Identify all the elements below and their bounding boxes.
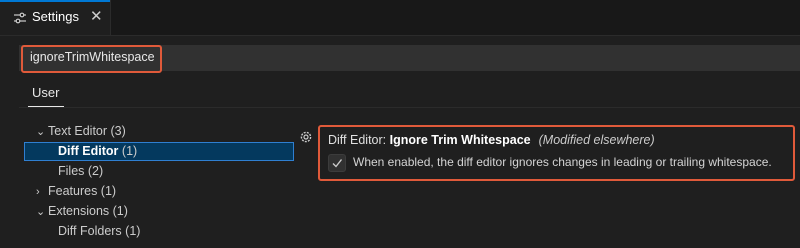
toc-item-label: Extensions (1) [48,204,128,218]
active-tab-indicator [0,0,110,2]
setting-name: Ignore Trim Whitespace [389,133,531,147]
setting-title: Diff Editor: Ignore Trim Whitespace (Modi… [328,133,655,147]
chevron-right-icon: › [36,186,40,198]
toc-item-files[interactable]: Files (2) [58,164,103,178]
toc-item-label: Text Editor (3) [48,124,126,138]
tab-user[interactable]: User [32,85,59,100]
setting-description: When enabled, the diff editor ignores ch… [353,155,772,169]
toc-item-extensions[interactable]: ⌄ Extensions (1) [36,204,128,218]
tab-settings-label: Settings [32,9,79,24]
setting-category: Diff Editor: [328,133,390,147]
toc-item-label: Diff Folders (1) [58,224,141,238]
search-input[interactable]: ignoreTrimWhitespace [30,50,155,64]
toc-item-label: Diff Editor [58,144,119,158]
toc-item-text-editor[interactable]: ⌄ Text Editor (3) [36,124,126,138]
modified-elsewhere-label[interactable]: (Modified elsewhere) [539,133,655,147]
gear-icon[interactable] [299,130,313,144]
check-icon [332,159,343,168]
toc-item-label: Files (2) [58,164,104,178]
toc-item-features[interactable]: › Features (1) [36,184,116,198]
chevron-down-icon: ⌄ [36,126,46,138]
settings-sliders-icon [14,12,26,24]
toc-item-count: (1) [121,144,138,158]
close-icon[interactable]: ✕ [90,8,103,26]
tab-settings[interactable]: Settings ✕ [0,0,111,35]
toc-item-label: Features (1) [48,184,117,198]
ignore-trim-whitespace-checkbox[interactable] [328,154,346,172]
scope-tab-separator [19,107,800,108]
chevron-down-icon: ⌄ [36,206,46,218]
toc-item-diff-editor[interactable]: Diff Editor (1) [58,144,137,158]
toc-item-diff-folders[interactable]: Diff Folders (1) [58,224,140,238]
editor-tab-bar: Settings ✕ [0,0,800,36]
